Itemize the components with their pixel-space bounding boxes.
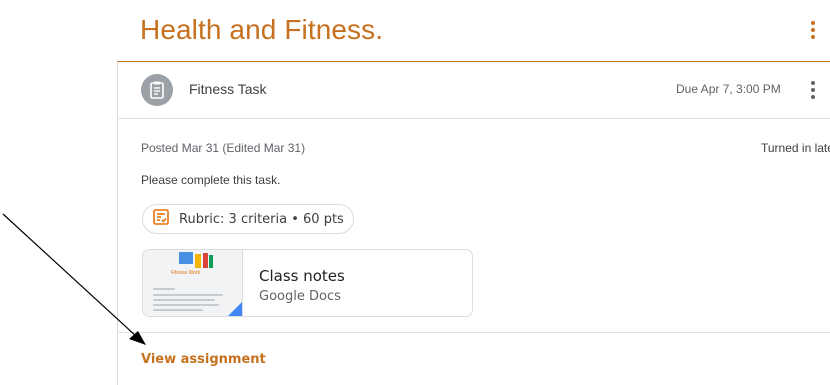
- attachment-type: Google Docs: [259, 289, 341, 304]
- view-assignment-link[interactable]: View assignment: [141, 352, 266, 367]
- due-date: Due Apr 7, 3:00 PM: [676, 82, 781, 96]
- attachment-card[interactable]: Fitness Work Class notes Google Docs: [142, 249, 473, 317]
- assignment-instructions: Please complete this task.: [141, 173, 281, 187]
- attachment-title: Class notes: [259, 267, 345, 285]
- rubric-chip[interactable]: Rubric: 3 criteria • 60 pts: [142, 204, 354, 234]
- footer-divider: [118, 332, 830, 333]
- status-badge: Turned in late: [761, 141, 830, 155]
- assignment-card: Fitness Task Due Apr 7, 3:00 PM Posted M…: [117, 61, 830, 385]
- rubric-icon: [153, 208, 179, 230]
- topic-more-menu-icon[interactable]: [806, 18, 820, 42]
- assignment-title: Fitness Task: [189, 81, 267, 97]
- assignment-icon: [141, 74, 173, 106]
- posted-date: Posted Mar 31 (Edited Mar 31): [141, 141, 306, 155]
- thumbnail-heading: Fitness Work: [171, 270, 201, 276]
- doc-corner-icon: [226, 302, 242, 316]
- rubric-label: Rubric: 3 criteria • 60 pts: [179, 211, 344, 227]
- assignment-header[interactable]: Fitness Task Due Apr 7, 3:00 PM: [118, 62, 830, 119]
- topic-title: Health and Fitness.: [140, 14, 384, 45]
- assignment-more-menu-icon[interactable]: [808, 79, 818, 101]
- doc-thumbnail-icon: Fitness Work: [143, 250, 243, 316]
